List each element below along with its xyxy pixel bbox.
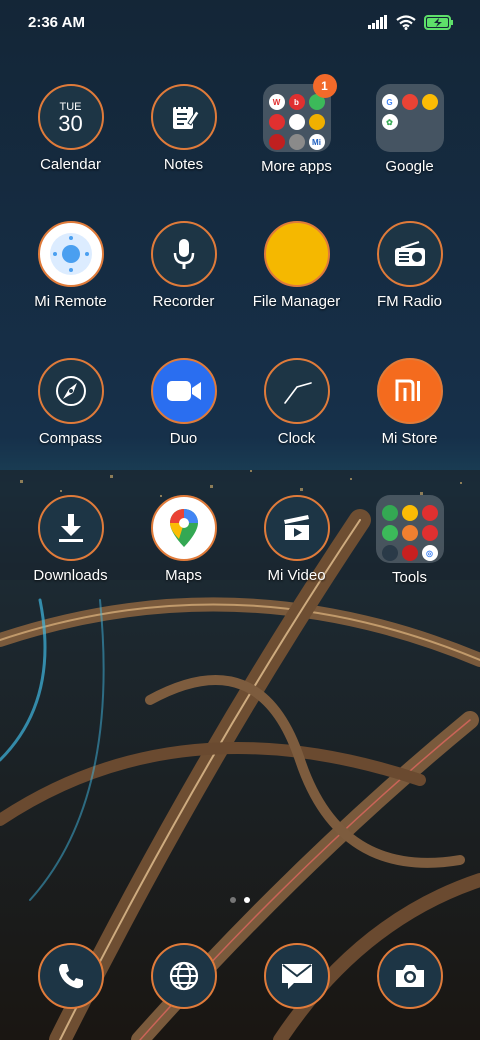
app-label: FM Radio bbox=[376, 293, 443, 310]
app-label: Google bbox=[385, 158, 434, 175]
google-folder-icon: G ✿ bbox=[375, 84, 444, 152]
folder-more-apps[interactable]: W b Mi 1 More apps bbox=[240, 74, 353, 175]
dock-browser[interactable] bbox=[127, 943, 240, 1009]
app-notes[interactable]: Notes bbox=[127, 84, 240, 173]
status-icons bbox=[368, 14, 454, 30]
page-indicator[interactable] bbox=[0, 897, 480, 903]
app-label: Mi Store bbox=[381, 430, 438, 447]
app-label: Calendar bbox=[40, 156, 101, 173]
mi-logo-icon bbox=[376, 358, 443, 424]
status-time: 2:36 AM bbox=[28, 13, 85, 31]
app-calendar[interactable]: TUE 30 Calendar bbox=[14, 84, 127, 173]
camera-icon bbox=[376, 943, 443, 1009]
dock-phone[interactable] bbox=[14, 943, 127, 1009]
app-fm-radio[interactable]: FM Radio bbox=[353, 221, 466, 310]
dock-camera[interactable] bbox=[353, 943, 466, 1009]
app-label: Mi Remote bbox=[34, 293, 107, 310]
wifi-icon bbox=[396, 14, 416, 30]
battery-charging-icon bbox=[424, 14, 453, 30]
app-clock[interactable]: Clock bbox=[240, 358, 353, 447]
compass-icon bbox=[37, 358, 104, 424]
app-mi-video[interactable]: Mi Video bbox=[240, 495, 353, 584]
download-icon bbox=[37, 495, 104, 561]
app-duo[interactable]: Duo bbox=[127, 358, 240, 447]
folder-google[interactable]: G ✿ Google bbox=[353, 84, 466, 175]
video-camera-icon bbox=[150, 358, 217, 424]
maps-pin-icon bbox=[150, 495, 217, 561]
app-label: Notes bbox=[163, 156, 204, 173]
app-mi-store[interactable]: Mi Store bbox=[353, 358, 466, 447]
app-label: Duo bbox=[169, 430, 198, 447]
app-mi-remote[interactable]: Mi Remote bbox=[14, 221, 127, 310]
browser-icon bbox=[150, 943, 217, 1009]
folder-tools[interactable]: ◎ Tools bbox=[353, 495, 466, 586]
remote-icon bbox=[37, 221, 104, 287]
notification-badge: 1 bbox=[312, 74, 337, 98]
page-dot[interactable] bbox=[230, 897, 236, 903]
app-label: File Manager bbox=[252, 293, 341, 310]
notes-icon bbox=[150, 84, 217, 150]
app-label: Tools bbox=[391, 569, 428, 586]
app-label: More apps bbox=[261, 158, 332, 175]
app-label: Downloads bbox=[33, 567, 108, 584]
page-dot-active[interactable] bbox=[244, 897, 250, 903]
clock-icon bbox=[263, 358, 330, 424]
app-label: Recorder bbox=[152, 293, 215, 310]
app-compass[interactable]: Compass bbox=[14, 358, 127, 447]
app-recorder[interactable]: Recorder bbox=[127, 221, 240, 310]
radio-icon bbox=[376, 221, 443, 287]
phone-icon bbox=[37, 943, 104, 1009]
calendar-icon: TUE 30 bbox=[37, 84, 104, 150]
more-apps-folder-icon: W b Mi 1 bbox=[262, 74, 337, 152]
status-bar: 2:36 AM bbox=[0, 0, 480, 44]
file-manager-icon bbox=[263, 221, 330, 287]
app-label: Maps bbox=[165, 567, 202, 584]
messages-icon bbox=[263, 943, 330, 1009]
signal-icon bbox=[368, 15, 387, 29]
app-label: Compass bbox=[38, 430, 103, 447]
app-maps[interactable]: Maps bbox=[127, 495, 240, 584]
app-label: Mi Video bbox=[267, 567, 326, 584]
clapperboard-icon bbox=[263, 495, 330, 561]
app-label: Clock bbox=[277, 430, 316, 447]
tools-folder-icon: ◎ bbox=[375, 495, 444, 563]
microphone-icon bbox=[150, 221, 217, 287]
calendar-day: 30 bbox=[58, 111, 83, 136]
app-file-manager[interactable]: File Manager bbox=[240, 221, 353, 310]
app-downloads[interactable]: Downloads bbox=[14, 495, 127, 584]
dock-messages[interactable] bbox=[240, 943, 353, 1009]
